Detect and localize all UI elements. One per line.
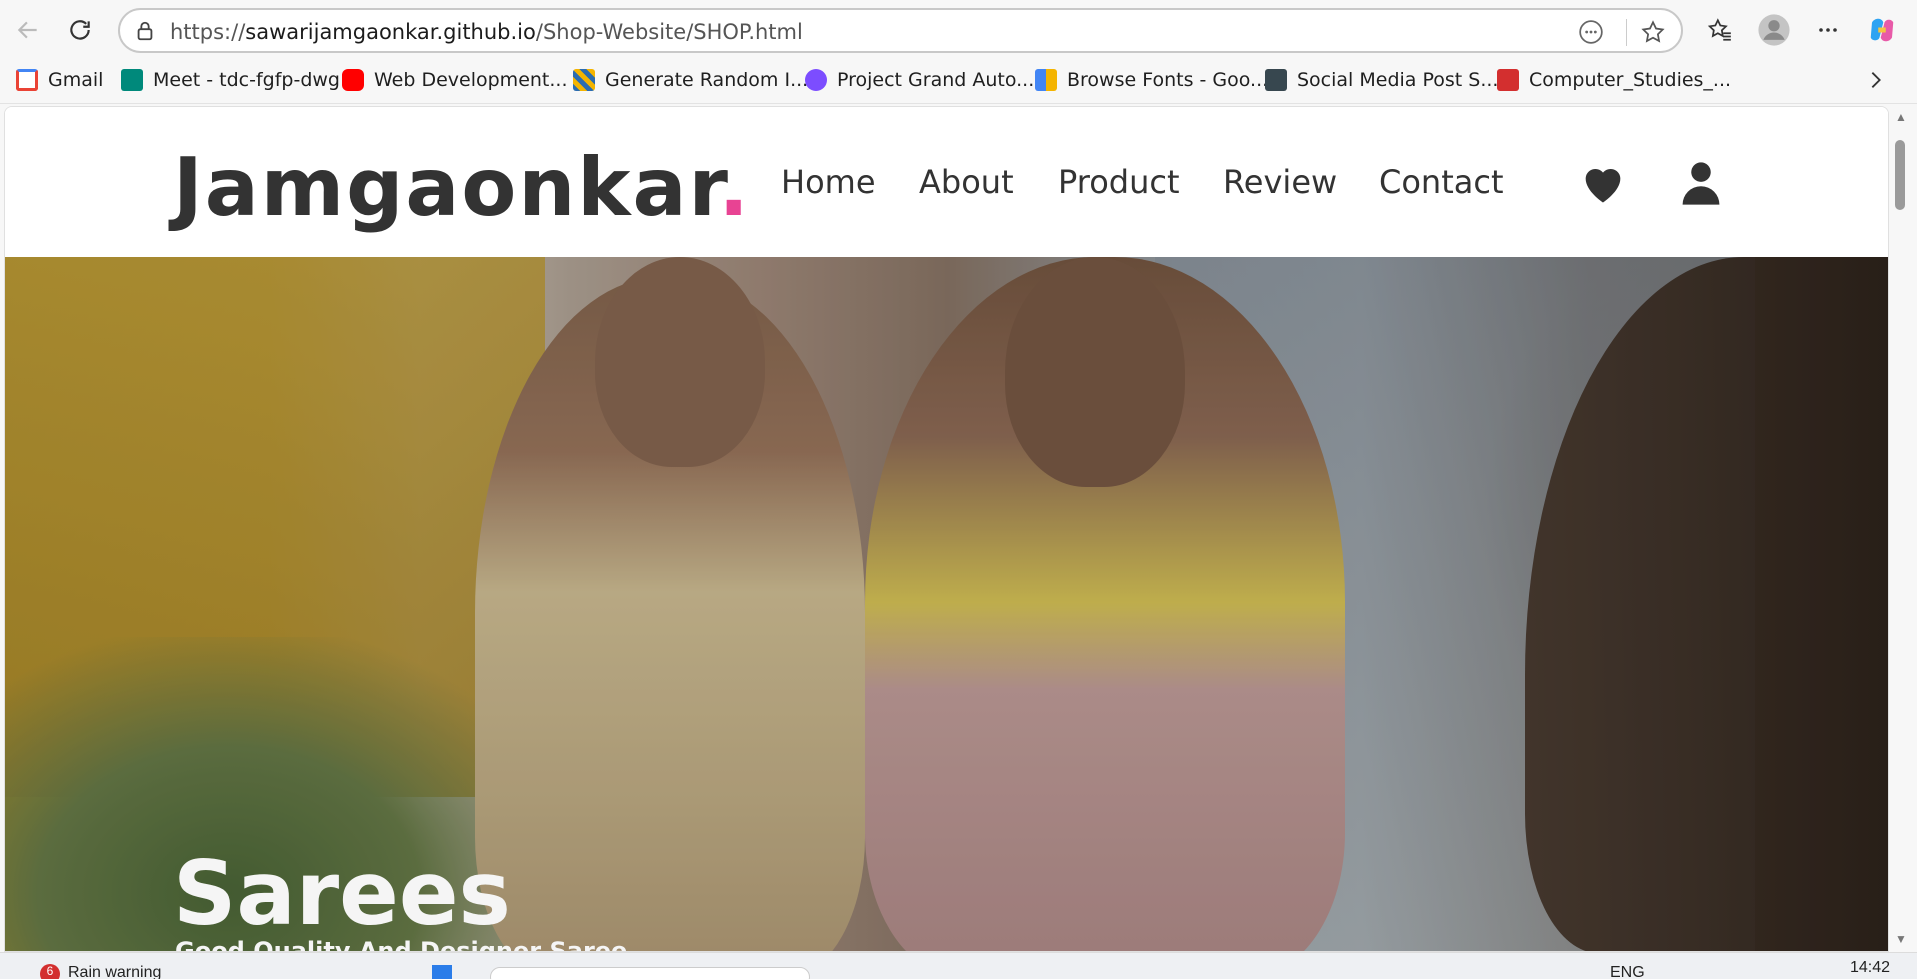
bookmark-label: Browse Fonts - Goo...	[1067, 69, 1269, 91]
bookmark-label: Generate Random I...	[605, 69, 809, 91]
bookmark-label: Project Grand Auto...	[837, 69, 1035, 91]
address-bar[interactable]: https://sawarijamgaonkar.github.io/Shop-…	[118, 8, 1683, 53]
hero-subtitle: Good Quality And Designer Saree	[175, 937, 628, 952]
site-header: Jamgaonkar. Home About Product Review Co…	[5, 107, 1888, 257]
page-viewport: Jamgaonkar. Home About Product Review Co…	[4, 106, 1889, 952]
user-icon[interactable]	[1675, 157, 1727, 209]
twitch-icon	[805, 69, 827, 91]
clock[interactable]: 14:42	[1850, 959, 1890, 977]
back-button[interactable]	[8, 10, 48, 50]
reload-icon	[70, 20, 90, 40]
back-arrow-icon	[17, 21, 37, 39]
site-logo[interactable]: Jamgaonkar.	[173, 141, 751, 234]
more-reading-options-icon[interactable]	[1576, 17, 1606, 47]
copilot-icon	[1870, 18, 1894, 42]
bookmark-label: Web Development...	[374, 69, 568, 91]
scrollbar-thumb[interactable]	[1895, 140, 1905, 210]
bookmark-browse-fonts[interactable]: Browse Fonts - Goo...	[1035, 69, 1268, 91]
url-text[interactable]: https://sawarijamgaonkar.github.io/Shop-…	[170, 20, 803, 44]
favorites-icon	[1707, 18, 1731, 41]
copilot-button[interactable]	[1862, 10, 1902, 50]
scroll-up-arrow-icon[interactable]: ▲	[1893, 110, 1909, 126]
settings-menu-button[interactable]	[1808, 10, 1848, 50]
scroll-down-arrow-icon[interactable]: ▼	[1893, 932, 1909, 948]
bookmark-label: Gmail	[48, 69, 104, 91]
social-media-icon	[1265, 69, 1287, 91]
weather-widget[interactable]: 6 Rain warning	[40, 964, 161, 979]
bookmark-meet[interactable]: Meet - tdc-fgfp-dwg	[121, 69, 340, 91]
hero-banner: Sarees Good Quality And Designer Saree	[5, 257, 1888, 952]
weather-alert-badge: 6	[40, 964, 60, 979]
checker-icon	[573, 69, 595, 91]
bookmark-project-grand-auto[interactable]: Project Grand Auto...	[805, 69, 1034, 91]
youtube-icon	[342, 69, 364, 91]
nav-contact[interactable]: Contact	[1379, 163, 1504, 201]
taskbar-search-box[interactable]	[490, 967, 810, 979]
bookmark-label: Computer_Studies_...	[1529, 69, 1732, 91]
hero-title: Sarees	[173, 842, 511, 945]
language-indicator[interactable]: ENG	[1610, 964, 1645, 979]
page-scrollbar[interactable]: ▲ ▼	[1889, 106, 1913, 952]
pdf-icon	[1497, 69, 1519, 91]
bookmark-label: Meet - tdc-fgfp-dwg	[153, 69, 340, 91]
browser-toolbar: https://sawarijamgaonkar.github.io/Shop-…	[0, 0, 1917, 60]
ellipsis-icon	[1819, 28, 1837, 32]
profile-button[interactable]	[1754, 10, 1794, 50]
weather-text: Rain warning	[68, 964, 162, 979]
favorite-star-icon[interactable]	[1638, 17, 1668, 47]
gmail-icon	[16, 69, 38, 91]
site-info-icon[interactable]	[134, 19, 156, 43]
bookmark-label: Social Media Post S...	[1297, 69, 1499, 91]
nav-home[interactable]: Home	[781, 163, 876, 201]
nav-about[interactable]: About	[919, 163, 1014, 201]
bookmark-web-development[interactable]: Web Development...	[342, 69, 568, 91]
nav-product[interactable]: Product	[1058, 163, 1180, 201]
reload-button[interactable]	[60, 10, 100, 50]
bookmark-generate-random[interactable]: Generate Random I...	[573, 69, 808, 91]
meet-icon	[121, 69, 143, 91]
heart-icon[interactable]	[1577, 157, 1629, 209]
os-taskbar: 6 Rain warning ENG 14:42	[0, 952, 1917, 979]
bookmark-social-media-post[interactable]: Social Media Post S...	[1265, 69, 1498, 91]
bookmark-gmail[interactable]: Gmail	[16, 69, 103, 91]
profile-avatar-icon	[1758, 14, 1790, 46]
google-fonts-icon	[1035, 69, 1057, 91]
bookmark-computer-studies[interactable]: Computer_Studies_...	[1497, 69, 1731, 91]
bookmarks-bar: Gmail Meet - tdc-fgfp-dwg Web Developmen…	[0, 60, 1917, 104]
favorites-button[interactable]	[1700, 10, 1740, 50]
address-separator	[1626, 19, 1627, 46]
bookmarks-overflow-chevron-icon[interactable]	[1865, 66, 1887, 101]
start-windows-icon[interactable]	[432, 965, 452, 979]
nav-review[interactable]: Review	[1223, 163, 1337, 201]
